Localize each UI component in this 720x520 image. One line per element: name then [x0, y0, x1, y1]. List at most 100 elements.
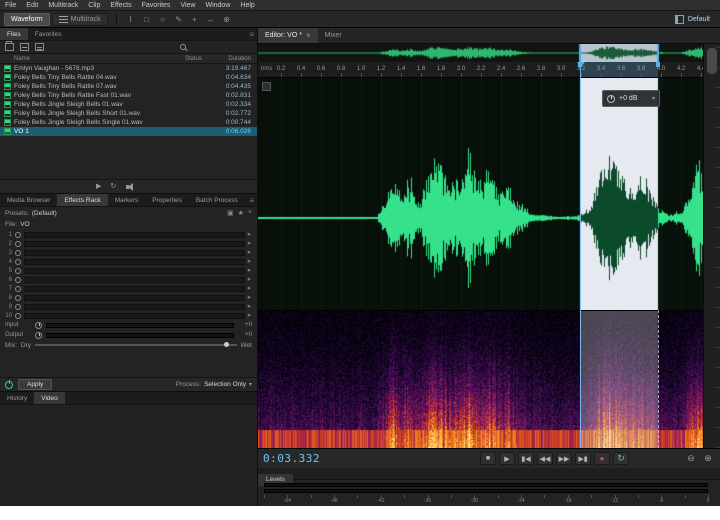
menu-item-help[interactable]: Help	[235, 0, 259, 11]
menu-item-window[interactable]: Window	[200, 0, 235, 11]
file-row[interactable]: Foley Bells Tiny Bells Rattle 04.wav 0:0…	[0, 73, 257, 82]
preset-favorite-icon[interactable]: ★	[238, 209, 244, 217]
effect-slot-field[interactable]	[24, 259, 245, 265]
paintbrush-tool-icon[interactable]: ✎	[173, 13, 185, 25]
file-row[interactable]: VO 1 0:06.026	[0, 127, 257, 136]
files-tab-files[interactable]: Files	[0, 28, 28, 40]
power-toggle-icon[interactable]	[15, 313, 21, 319]
apply-button[interactable]: Apply	[18, 379, 52, 390]
slip-tool-icon[interactable]: ↔	[205, 13, 217, 25]
volume-knob-icon[interactable]	[607, 95, 615, 103]
vertical-scrollbar-thumb[interactable]	[707, 48, 717, 74]
loop-playback-icon[interactable]: ↻	[110, 180, 116, 194]
effect-slot-field[interactable]	[24, 250, 245, 256]
effect-slot[interactable]: 2 ▸	[3, 239, 254, 248]
input-gain-knob[interactable]	[35, 322, 42, 329]
menu-item-file[interactable]: File	[0, 0, 21, 11]
effect-slot[interactable]: 7 ▸	[3, 284, 254, 293]
panel-tab-markers[interactable]: Markers	[108, 194, 145, 206]
chevron-right-icon[interactable]: ▸	[245, 239, 254, 248]
timeline-ruler[interactable]: hms 0.2 0.4 0.6 0.8 1.0 1.2 1.4 1.6 1.8 …	[258, 62, 703, 78]
play-button[interactable]: ▶	[499, 452, 515, 465]
skip-to-end-button[interactable]: ▶▮	[575, 452, 591, 465]
volume-icon[interactable]	[125, 182, 135, 192]
import-file-icon[interactable]	[20, 43, 29, 51]
file-row[interactable]: Foley Bells Jingle Sleigh Bells Single 0…	[0, 118, 257, 127]
files-tab-favorites[interactable]: Favorites	[28, 28, 69, 40]
loop-button[interactable]: ↻	[613, 452, 629, 465]
power-toggle-icon[interactable]	[15, 250, 21, 256]
panel-menu-icon[interactable]: ≡	[249, 194, 254, 207]
file-row[interactable]: Foley Bells Jingle Sleigh Bells Short 01…	[0, 109, 257, 118]
playhead-marker-icon[interactable]	[577, 62, 585, 67]
time-selection-tool-icon[interactable]: I	[125, 13, 137, 25]
overview-waveform[interactable]	[258, 44, 703, 62]
chevron-right-icon[interactable]: ▸	[245, 257, 254, 266]
zoom-in-icon[interactable]: ⊕	[701, 453, 715, 464]
record-button[interactable]: ●	[594, 452, 610, 465]
preset-delete-icon[interactable]: ×	[248, 209, 252, 217]
file-row[interactable]: Foley Bells Tiny Bells Rattle Fast 01.wa…	[0, 91, 257, 100]
effect-slot-field[interactable]	[24, 232, 245, 238]
overview-strip[interactable]	[258, 44, 703, 62]
workspace-switcher[interactable]: Default	[688, 16, 710, 23]
file-row[interactable]: Foley Bells Tiny Bells Rattle 07.wav 0:0…	[0, 82, 257, 91]
mix-slider[interactable]	[35, 344, 237, 346]
effect-slot[interactable]: 1 ▸	[3, 230, 254, 239]
preset-value[interactable]: (Default)	[32, 210, 57, 217]
effect-slot-field[interactable]	[24, 304, 245, 310]
rewind-button[interactable]: ◀◀	[537, 452, 553, 465]
chevron-right-icon[interactable]: ▸	[245, 284, 254, 293]
fast-forward-button[interactable]: ▶▶	[556, 452, 572, 465]
power-toggle-icon[interactable]	[15, 277, 21, 283]
effect-slot-field[interactable]	[24, 286, 245, 292]
effect-slot[interactable]: 5 ▸	[3, 266, 254, 275]
effect-slot-field[interactable]	[24, 295, 245, 301]
power-toggle-icon[interactable]	[15, 232, 21, 238]
chevron-right-icon[interactable]: ▸	[245, 302, 254, 311]
effect-slot[interactable]: 10 ▸	[3, 311, 254, 320]
menu-item-effects[interactable]: Effects	[105, 0, 136, 11]
zoom-tool-icon[interactable]: ⊕	[221, 13, 233, 25]
waveform-view-button[interactable]: Waveform	[4, 13, 50, 26]
effects-power-icon[interactable]	[5, 381, 13, 389]
panel-tab-video[interactable]: Video	[34, 392, 65, 404]
panel-tab-media-browser[interactable]: Media Browser	[0, 194, 57, 206]
spectrogram-canvas[interactable]	[258, 311, 703, 449]
tab-editor[interactable]: Editor: VO * ×	[258, 28, 318, 43]
power-toggle-icon[interactable]	[15, 295, 21, 301]
preset-save-icon[interactable]: ▣	[227, 209, 234, 217]
output-gain-knob[interactable]	[35, 332, 42, 339]
file-row[interactable]: Foley Bells Jingle Sleigh Bells 01.wav 0…	[0, 100, 257, 109]
chevron-down-icon[interactable]: ▾	[249, 381, 252, 388]
chevron-right-icon[interactable]: ▸	[245, 311, 254, 320]
panel-tab-history[interactable]: History	[0, 392, 34, 404]
selection-edge-right[interactable]	[658, 310, 659, 448]
spot-heal-tool-icon[interactable]: +	[189, 13, 201, 25]
marquee-tool-icon[interactable]: □	[141, 13, 153, 25]
tab-mixer[interactable]: Mixer	[318, 28, 349, 43]
spectrogram-display[interactable]	[258, 310, 703, 448]
menu-item-multitrack[interactable]: Multitrack	[43, 0, 83, 11]
chevron-right-icon[interactable]: ▸	[245, 293, 254, 302]
chevron-right-icon[interactable]: ▸	[245, 248, 254, 257]
effect-slot-field[interactable]	[24, 241, 245, 247]
file-row[interactable]: Emlyn Vaughan - 5678.mp3 3:19.467	[0, 64, 257, 73]
close-icon[interactable]: ×	[306, 31, 311, 40]
menu-item-edit[interactable]: Edit	[21, 0, 43, 11]
effect-slot[interactable]: 4 ▸	[3, 257, 254, 266]
mix-slider-handle[interactable]	[224, 342, 229, 347]
play-icon[interactable]: ▶	[96, 180, 101, 194]
effect-slot[interactable]: 3 ▸	[3, 248, 254, 257]
effect-slot-field[interactable]	[24, 268, 245, 274]
media-list-icon[interactable]	[35, 43, 44, 51]
open-file-icon[interactable]	[5, 43, 14, 51]
menu-item-clip[interactable]: Clip	[83, 0, 105, 11]
files-column-headers[interactable]: Name Status Duration	[0, 54, 257, 64]
lasso-tool-icon[interactable]: ○	[157, 13, 169, 25]
search-icon[interactable]	[180, 44, 186, 50]
skip-to-start-button[interactable]: ▮◀	[518, 452, 534, 465]
process-value-dropdown[interactable]: Selection Only	[204, 381, 246, 388]
hud-expand-icon[interactable]: ▾	[652, 95, 655, 102]
power-toggle-icon[interactable]	[15, 268, 21, 274]
